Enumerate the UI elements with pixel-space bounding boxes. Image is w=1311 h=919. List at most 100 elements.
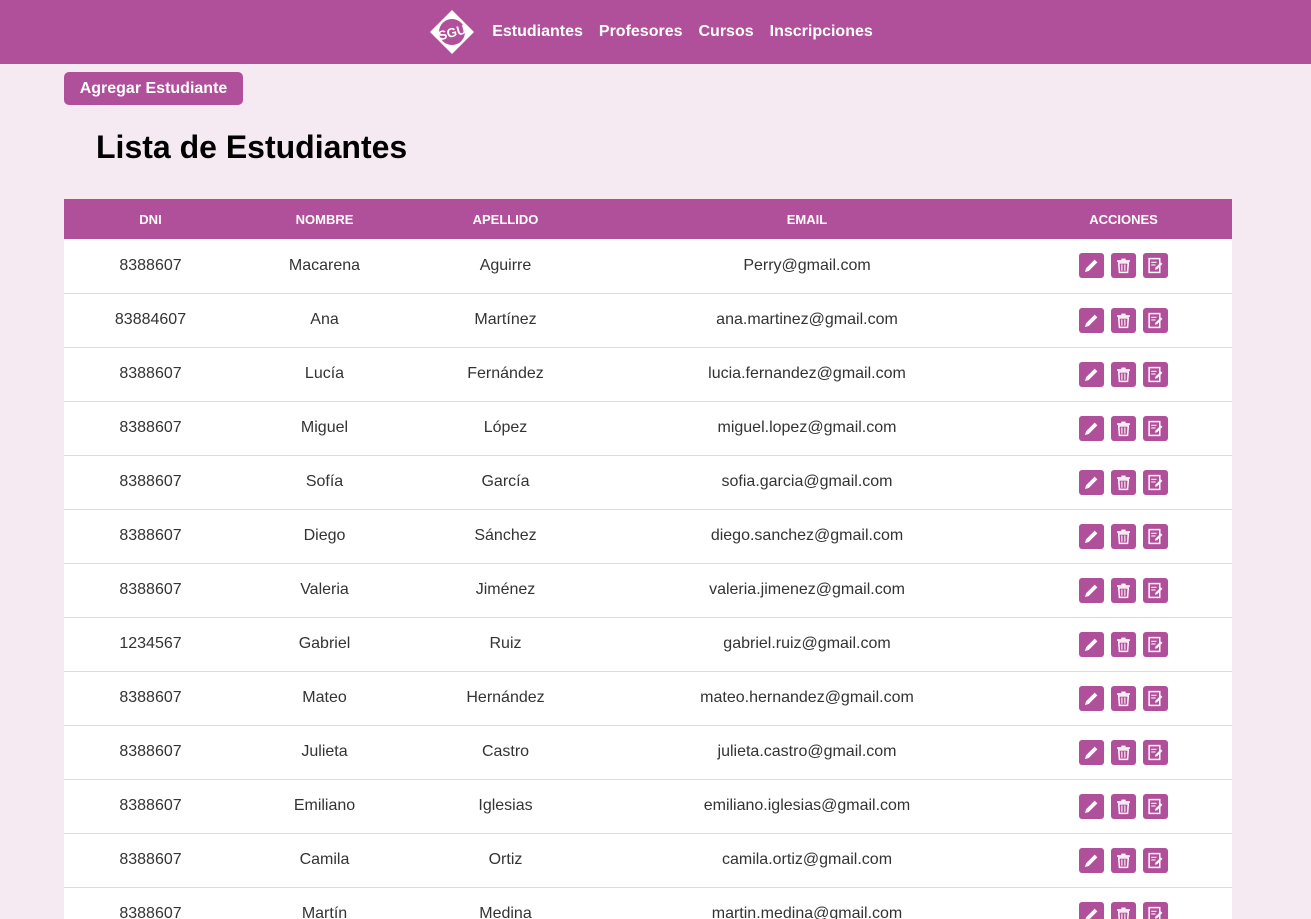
pencil-icon <box>1083 312 1100 329</box>
edit-note-icon <box>1147 744 1164 761</box>
cell-email: emiliano.iglesias@gmail.com <box>703 797 911 814</box>
trash-icon <box>1115 798 1132 815</box>
edit-button[interactable] <box>1079 631 1104 657</box>
details-button[interactable] <box>1143 523 1168 549</box>
cell-nombre: Martín <box>301 905 348 919</box>
delete-button[interactable] <box>1111 469 1136 495</box>
trash-icon <box>1115 906 1132 919</box>
edit-button[interactable] <box>1079 901 1104 919</box>
edit-note-icon <box>1147 636 1164 653</box>
edit-button[interactable] <box>1079 307 1104 333</box>
nav-link-cursos[interactable]: Cursos <box>699 23 754 41</box>
trash-icon <box>1115 257 1132 274</box>
details-button[interactable] <box>1143 847 1168 873</box>
nav-link-inscripciones[interactable]: Inscripciones <box>770 23 873 41</box>
trash-icon <box>1115 744 1132 761</box>
details-button[interactable] <box>1143 631 1168 657</box>
row-actions <box>1015 631 1232 657</box>
edit-note-icon <box>1147 582 1164 599</box>
edit-button[interactable] <box>1079 793 1104 819</box>
cell-apellido: López <box>483 419 528 436</box>
cell-nombre: Camila <box>299 851 350 868</box>
cell-email: mateo.hernandez@gmail.com <box>700 689 914 706</box>
delete-button[interactable] <box>1111 739 1136 765</box>
delete-button[interactable] <box>1111 631 1136 657</box>
details-button[interactable] <box>1143 901 1168 919</box>
edit-button[interactable] <box>1079 685 1104 711</box>
edit-button[interactable] <box>1079 253 1104 279</box>
header-acciones: ACCIONES <box>1089 211 1158 227</box>
cell-nombre: Miguel <box>300 419 349 436</box>
details-button[interactable] <box>1143 469 1168 495</box>
table-row: 8388607 Diego Sánchez diego.sanchez@gmail.c… <box>64 509 1232 563</box>
cell-nombre: Ana <box>310 311 339 328</box>
pencil-icon <box>1083 636 1100 653</box>
edit-note-icon <box>1147 798 1164 815</box>
row-actions <box>1015 847 1232 873</box>
cell-acciones <box>1015 239 1232 293</box>
cell-nombre: Gabriel <box>298 635 351 652</box>
nav-link-profesores[interactable]: Profesores <box>599 23 683 41</box>
pencil-icon <box>1083 528 1100 545</box>
delete-button[interactable] <box>1111 253 1136 279</box>
pencil-icon <box>1083 744 1100 761</box>
edit-button[interactable] <box>1079 847 1104 873</box>
cell-email: julieta.castro@gmail.com <box>717 743 897 760</box>
details-button[interactable] <box>1143 739 1168 765</box>
cell-apellido: Fernández <box>467 365 544 382</box>
edit-button[interactable] <box>1079 415 1104 441</box>
cell-acciones <box>1015 671 1232 725</box>
details-button[interactable] <box>1143 793 1168 819</box>
cell-apellido: Martínez <box>474 311 537 328</box>
delete-button[interactable] <box>1111 361 1136 387</box>
delete-button[interactable] <box>1111 847 1136 873</box>
cell-apellido: Sánchez <box>474 527 537 544</box>
delete-button[interactable] <box>1111 307 1136 333</box>
table-row: 8388607 Julieta Castro julieta.castro@gmail… <box>64 725 1232 779</box>
table-row: 8388607 Camila Ortiz camila.ortiz@gmail.com <box>64 833 1232 887</box>
row-actions <box>1015 361 1232 387</box>
table-row: 1234567 Gabriel Ruiz gabriel.ruiz@gmail.com <box>64 617 1232 671</box>
add-student-button[interactable]: Agregar Estudiante <box>64 72 243 105</box>
header-nombre: NOMBRE <box>295 211 354 227</box>
nav-inner: SGU Estudiantes Profesores Cursos Inscri… <box>428 8 889 56</box>
cell-apellido: Iglesias <box>478 797 533 814</box>
edit-note-icon <box>1147 906 1164 919</box>
delete-button[interactable] <box>1111 685 1136 711</box>
details-button[interactable] <box>1143 361 1168 387</box>
details-button[interactable] <box>1143 253 1168 279</box>
nav-link-estudiantes[interactable]: Estudiantes <box>492 23 583 41</box>
delete-button[interactable] <box>1111 901 1136 919</box>
details-button[interactable] <box>1143 307 1168 333</box>
cell-apellido: Hernández <box>466 689 545 706</box>
delete-button[interactable] <box>1111 523 1136 549</box>
delete-button[interactable] <box>1111 415 1136 441</box>
cell-email: sofia.garcia@gmail.com <box>721 473 893 490</box>
pencil-icon <box>1083 420 1100 437</box>
cell-email: valeria.jimenez@gmail.com <box>709 581 905 598</box>
cell-acciones <box>1015 401 1232 455</box>
cell-dni: 8388607 <box>119 256 182 274</box>
table-row: 8388607 Emiliano Iglesias emiliano.iglesias… <box>64 779 1232 833</box>
details-button[interactable] <box>1143 415 1168 441</box>
edit-button[interactable] <box>1079 523 1104 549</box>
row-actions <box>1015 307 1232 333</box>
edit-button[interactable] <box>1079 469 1104 495</box>
cell-email: lucia.fernandez@gmail.com <box>708 365 906 382</box>
cell-nombre: Valeria <box>300 581 349 598</box>
delete-button[interactable] <box>1111 793 1136 819</box>
sgu-logo[interactable]: SGU <box>428 8 476 56</box>
cell-acciones <box>1015 617 1232 671</box>
edit-button[interactable] <box>1079 577 1104 603</box>
pencil-icon <box>1083 474 1100 491</box>
details-button[interactable] <box>1143 685 1168 711</box>
details-button[interactable] <box>1143 577 1168 603</box>
cell-dni: 8388607 <box>119 473 182 490</box>
edit-note-icon <box>1147 257 1164 274</box>
trash-icon <box>1115 366 1132 383</box>
edit-note-icon <box>1147 690 1164 707</box>
edit-button[interactable] <box>1079 361 1104 387</box>
delete-button[interactable] <box>1111 577 1136 603</box>
cell-nombre: Macarena <box>288 256 361 274</box>
edit-button[interactable] <box>1079 739 1104 765</box>
